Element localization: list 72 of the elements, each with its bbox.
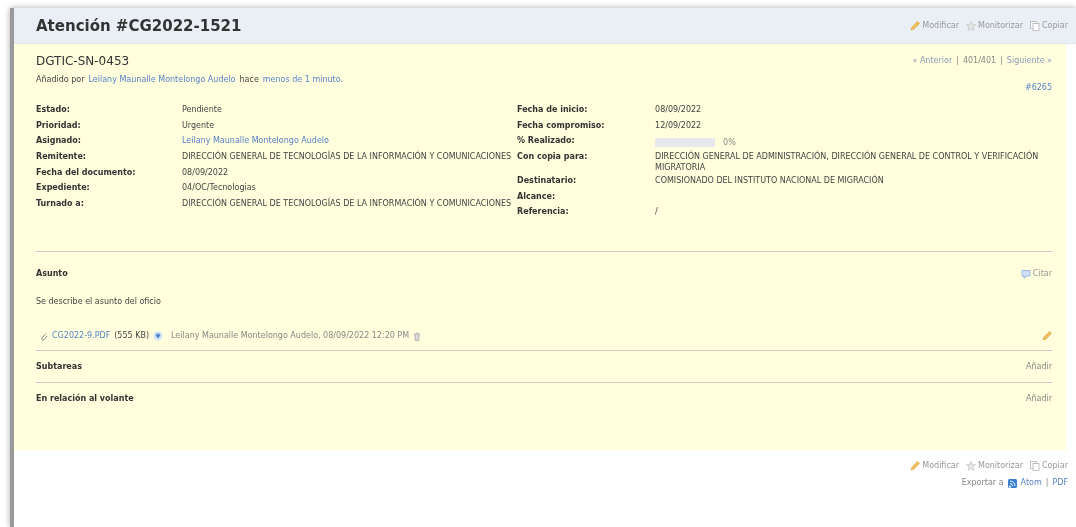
field-label: Destinatario: xyxy=(517,175,578,188)
export-label: Exportar a xyxy=(961,477,1004,489)
issue-title: Atención #CG2022-1521 xyxy=(36,16,242,35)
field-value: DIRECCIÓN GENERAL DE TECNOLOGÍAS DE LA INFORMACIÓN Y COMUNICACIONES xyxy=(182,198,512,211)
field-label: Fecha de inicio: xyxy=(517,104,589,116)
field-label: Estado: xyxy=(36,104,71,116)
field-value: 08/09/2022 xyxy=(182,166,229,179)
field-value: COMISIONADO DEL INSTITUTO NACIONAL DE MIGRACIÓN xyxy=(655,175,884,188)
progress-value: 0% xyxy=(723,136,736,148)
field-value: / xyxy=(655,206,658,219)
watch-link[interactable]: Monitorizar xyxy=(966,460,1023,472)
pencil-icon xyxy=(910,461,921,471)
field-value: Pendiente xyxy=(182,104,222,116)
copy-icon xyxy=(1030,461,1040,471)
author-link[interactable]: Leilany Maunalle Montelongo Audelo xyxy=(88,74,236,94)
edit-button[interactable] xyxy=(1042,331,1052,341)
quote-link[interactable]: Citar xyxy=(1020,268,1052,280)
star-icon xyxy=(966,20,976,31)
add-link[interactable]: Añadir xyxy=(1025,360,1052,373)
field-label: Asignado: xyxy=(36,135,82,148)
copy-link[interactable]: Copiar xyxy=(1030,460,1068,472)
speech-bubble-icon xyxy=(1020,269,1031,279)
file-size: (555 KB) xyxy=(114,330,150,342)
field-label: Fecha del documento: xyxy=(36,166,137,179)
star-icon xyxy=(966,461,976,471)
issue-subject: DGTIC-SN-0453 xyxy=(36,53,130,70)
pdf-link[interactable]: PDF xyxy=(1052,477,1068,489)
field-label: % Realizado: xyxy=(517,135,576,148)
add-link[interactable]: Añadir xyxy=(1025,392,1052,405)
nav-link-text[interactable]: Siguiente » xyxy=(1006,55,1052,67)
field-label: Prioridad: xyxy=(36,119,82,132)
nav-link-text[interactable]: « Anterior xyxy=(912,55,953,67)
field-value: DIRECCIÓN GENERAL DE TECNOLOGÍAS DE LA INFORMACIÓN Y COMUNICACIONES xyxy=(182,151,512,164)
field-value: 12/09/2022 xyxy=(655,119,702,132)
section-title: Subtareas xyxy=(36,360,82,373)
field-label: Alcance: xyxy=(517,190,557,203)
pencil-icon xyxy=(1042,331,1052,341)
field-label: Expediente: xyxy=(36,182,91,195)
section-title: Asunto xyxy=(36,268,68,280)
field-value: Urgente xyxy=(182,119,215,132)
watch-link[interactable]: Monitorizar xyxy=(966,19,1023,32)
field-value: DIRECCIÓN GENERAL DE ADMINISTRACIÓN, DIRECCIÓN GENERAL DE CONTROL Y VERIFICACIÓN MIGRATORIA xyxy=(655,151,1040,174)
field-label: Fecha compromiso: xyxy=(517,119,606,132)
assignee-link[interactable]: Leilany Maunalle Montelongo Audelo xyxy=(182,135,329,150)
edit-link[interactable]: Modificar xyxy=(910,19,959,32)
attachment-meta: Leilany Maunalle Montelongo Audelo, 08/09/2022 12:20 PM xyxy=(171,330,410,342)
download-icon xyxy=(153,331,164,341)
paperclip-icon xyxy=(40,331,48,341)
position-counter: 401/401 xyxy=(962,55,997,67)
byline-text: hace xyxy=(239,74,259,86)
description-text: Se describe el asunto del oficio xyxy=(36,296,162,308)
separator: | xyxy=(1045,477,1049,489)
edit-link[interactable]: Modificar xyxy=(910,460,959,472)
byline-text: Añadido por xyxy=(36,74,85,86)
attachment-link[interactable]: CG2022-9.PDF xyxy=(52,330,111,342)
field-label: Turnado a: xyxy=(36,198,85,211)
trash-icon xyxy=(413,331,422,341)
field-label: Con copia para: xyxy=(517,151,589,164)
field-label: Remitente: xyxy=(36,151,88,164)
copy-link[interactable]: Copiar xyxy=(1030,19,1068,32)
copy-icon xyxy=(1030,20,1040,31)
field-value: 08/09/2022 xyxy=(655,104,702,116)
feed-icon xyxy=(1007,478,1017,488)
parent-link[interactable]: #6265 xyxy=(1024,82,1052,94)
pencil-icon xyxy=(910,20,921,31)
field-label: Referencia: xyxy=(517,206,570,219)
author-link[interactable]: menos de 1 minuto. xyxy=(262,74,343,94)
section-title: En relación al volante xyxy=(36,392,134,405)
field-value: 04/OC/Tecnologias xyxy=(182,182,256,195)
atom-link[interactable]: Atom xyxy=(1007,477,1042,489)
separator: | xyxy=(956,55,959,67)
separator: | xyxy=(1000,55,1003,67)
